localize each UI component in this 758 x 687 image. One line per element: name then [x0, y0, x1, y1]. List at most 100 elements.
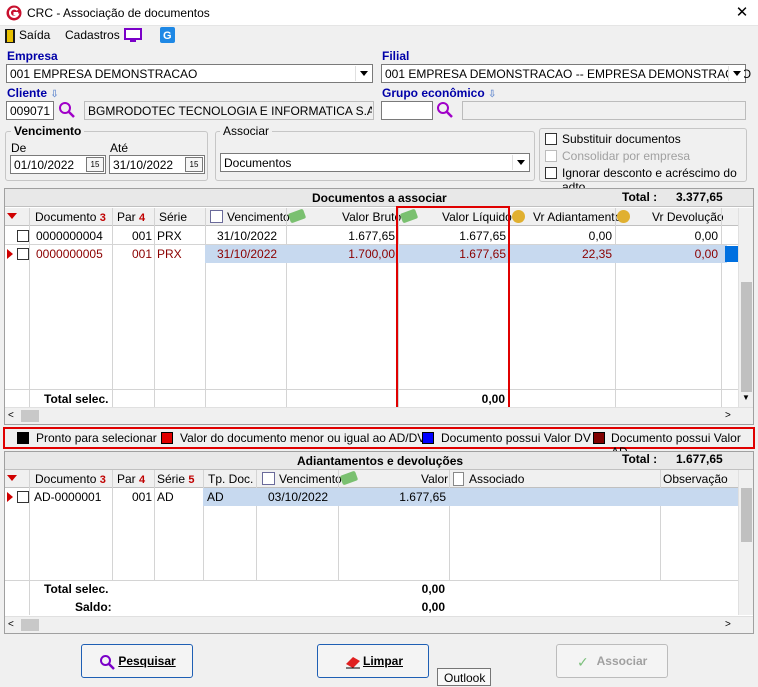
filial-select[interactable]: 001 EMPRESA DEMONSTRACAO -- EMPRESA DEMO… [381, 64, 751, 83]
header-serie[interactable]: Série [159, 210, 187, 224]
documents-vertical-scrollbar[interactable]: ▼ [738, 208, 753, 407]
sort-down-icon[interactable] [7, 213, 17, 219]
sort-order-badge: 3 [99, 474, 106, 486]
empresa-select[interactable]: 001 EMPRESA DEMONSTRACAO [6, 64, 373, 83]
window-title: CRC - Associação de documentos [27, 6, 210, 20]
grid-footer-divider [5, 389, 738, 390]
chevron-down-icon[interactable] [728, 66, 744, 81]
cell-vr-devolucao: 0,00 [694, 229, 718, 243]
cell-vr-adiantamento: 0,00 [588, 229, 612, 243]
monitor-icon[interactable] [124, 28, 142, 42]
row-focus-marker [725, 246, 738, 262]
ate-label: Até [110, 141, 129, 155]
documents-horizontal-scrollbar[interactable]: < > [5, 407, 753, 424]
ignorar-checkbox[interactable] [545, 167, 557, 179]
vencimento-label: Vencimento [11, 124, 85, 138]
cell-valor-bruto: 1.700,00 [348, 247, 395, 261]
grid-column-divider [256, 470, 257, 580]
chevron-down-icon[interactable] [355, 66, 371, 81]
header-tp-doc[interactable]: Tp. Doc. [208, 472, 253, 486]
table-row[interactable]: 0000000004 001 PRX 31/10/2022 1.677,65 1… [5, 227, 738, 245]
scrollbar-thumb[interactable] [741, 488, 752, 542]
advances-horizontal-scrollbar[interactable]: < > [5, 616, 753, 633]
scrollbar-thumb[interactable] [21, 410, 39, 422]
header-par[interactable]: Par 4 [117, 210, 145, 224]
cell-documento: AD-0000001 [34, 490, 102, 504]
header-documento[interactable]: Documento 3 [35, 472, 106, 486]
header-observacao[interactable]: Observação [663, 472, 728, 486]
empresa-label: Empresa [7, 49, 58, 63]
g-app-icon[interactable]: G [160, 27, 175, 43]
header-vr-devolucao[interactable]: Vr Devolução [652, 210, 724, 224]
header-valor[interactable]: Valor [421, 472, 448, 486]
filial-label: Filial [382, 49, 410, 63]
sort-arrow-icon: ⇩ [488, 89, 497, 100]
advances-total-value: 1.677,65 [676, 452, 723, 466]
calendar-icon[interactable]: 15 [185, 157, 203, 172]
cell-valor: 1.677,65 [399, 490, 446, 504]
header-documento[interactable]: Documento 3 [35, 210, 106, 224]
pesquisar-button[interactable]: Pesquisar [81, 644, 193, 678]
row-indicator-icon [7, 249, 13, 259]
cell-documento: 0000000005 [36, 247, 103, 261]
substituir-checkbox[interactable] [545, 133, 557, 145]
date-from-value: 01/10/2022 [14, 158, 75, 172]
advances-vertical-scrollbar[interactable] [738, 470, 753, 615]
scrollbar-thumb[interactable] [741, 282, 752, 392]
sort-order-badge: 4 [139, 474, 146, 486]
header-vencimento[interactable]: Vencimento [279, 472, 342, 486]
close-icon[interactable]: ✕ [734, 3, 750, 21]
document-icon [453, 472, 464, 486]
table-row[interactable]: AD-0000001 001 AD AD 03/10/2022 1.677,65 [5, 488, 738, 506]
saldo-label: Saldo: [75, 600, 112, 614]
legend-swatch-ad [593, 432, 605, 444]
grid-column-divider [203, 470, 204, 580]
cell-par: 001 [132, 229, 153, 243]
row-select-checkbox[interactable] [17, 230, 29, 242]
chevron-right-icon[interactable]: > [725, 619, 731, 630]
sort-down-icon[interactable] [7, 475, 17, 481]
table-row[interactable]: 0000000005 001 PRX 31/10/2022 1.700,00 1… [5, 245, 738, 263]
cell-vencimento: 31/10/2022 [217, 229, 278, 243]
limpar-button[interactable]: Limpar [317, 644, 429, 678]
sort-order-badge: 5 [188, 474, 195, 486]
scrollbar-thumb[interactable] [21, 619, 39, 631]
search-icon[interactable] [436, 101, 454, 119]
header-serie[interactable]: Série 5 [157, 472, 194, 486]
associar-button-label: Associar [596, 654, 648, 668]
documents-total-label: Total : [622, 190, 658, 204]
valor-liquido-highlight-box [396, 206, 510, 409]
associar-select[interactable]: Documentos [220, 153, 530, 172]
row-select-checkbox[interactable] [17, 491, 29, 503]
chevron-right-icon[interactable]: > [725, 410, 731, 421]
chevron-down-icon[interactable] [512, 155, 528, 170]
chevron-left-icon[interactable]: < [8, 410, 14, 421]
header-associado[interactable]: Associado [469, 472, 524, 486]
header-vencimento[interactable]: Vencimento [227, 210, 290, 224]
saldo-value: 0,00 [421, 600, 445, 614]
cell-par: 001 [132, 490, 153, 504]
legend-pronto: Pronto para selecionar [36, 431, 157, 445]
calendar-icon [210, 210, 223, 223]
chevron-down-icon[interactable]: ▼ [742, 393, 750, 402]
header-vr-adiantamento[interactable]: Vr Adiantamento [533, 210, 621, 224]
grid-column-divider [660, 470, 661, 580]
date-from-input[interactable]: 01/10/2022 15 [10, 155, 106, 174]
row-select-checkbox[interactable] [17, 248, 29, 260]
tooltip-outlook: Outlook [437, 668, 491, 686]
calendar-icon[interactable]: 15 [86, 157, 104, 172]
chevron-left-icon[interactable]: < [8, 619, 14, 630]
header-par[interactable]: Par 4 [117, 472, 145, 486]
grid-column-divider [449, 470, 450, 580]
cliente-code-input[interactable]: 009071 [6, 101, 54, 120]
pesquisar-label: Pesquisar [118, 654, 176, 668]
menu-saida[interactable]: Saída [19, 28, 50, 42]
grupo-code-input[interactable] [381, 101, 433, 120]
search-icon[interactable] [58, 101, 76, 119]
coins-icon [512, 210, 525, 223]
date-to-input[interactable]: 31/10/2022 15 [109, 155, 205, 174]
header-valor-bruto[interactable]: Valor Bruto [342, 210, 401, 224]
menu-cadastros[interactable]: Cadastros [65, 28, 120, 42]
documents-footer-label: Total selec. [44, 392, 109, 406]
grid-column-divider [112, 470, 113, 580]
